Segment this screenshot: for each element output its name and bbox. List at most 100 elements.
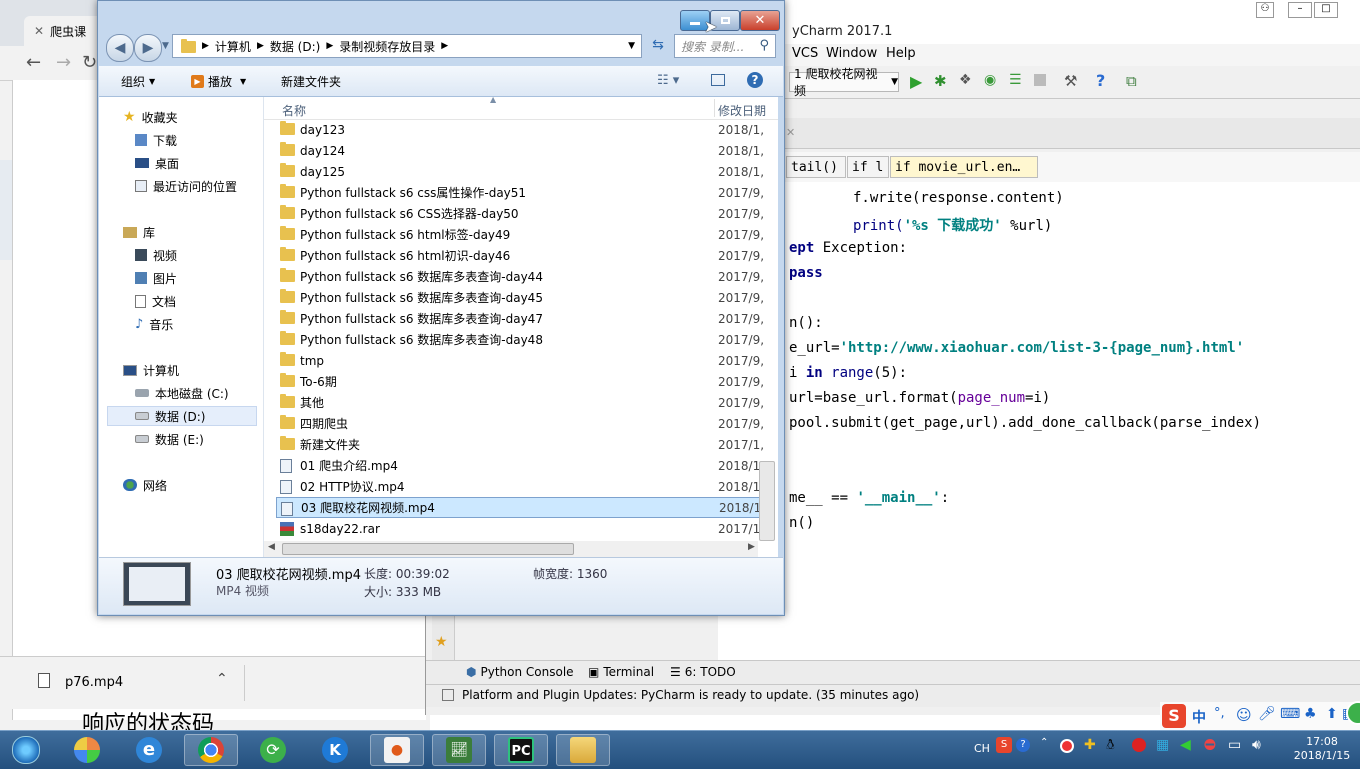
terminal-button[interactable]: ▣ Terminal: [588, 665, 654, 679]
back-arrow-icon[interactable]: ←: [26, 52, 41, 73]
taskbar-app[interactable]: [556, 734, 610, 766]
address-separator-icon[interactable]: ▶: [257, 41, 264, 51]
file-row[interactable]: Python fullstack s6 html标签-day49 2017/9,: [276, 224, 766, 245]
file-row[interactable]: 01 爬虫介绍.mp4 2018/1,: [276, 455, 766, 476]
nav-libraries[interactable]: 库: [123, 222, 155, 242]
play-button[interactable]: ▶ 播放 ▼: [191, 73, 246, 90]
file-row[interactable]: tmp 2017/9,: [276, 350, 766, 371]
organize-button[interactable]: 组织 ▼: [121, 73, 155, 90]
language-indicator[interactable]: CH: [974, 742, 990, 755]
nav-documents[interactable]: 文档: [135, 291, 176, 311]
minimize-icon[interactable]: –: [1288, 2, 1312, 18]
plugin-icon[interactable]: ⧉: [1126, 72, 1137, 90]
sogou-logo-icon[interactable]: S: [1162, 704, 1186, 728]
nav-downloads[interactable]: 下载: [135, 130, 177, 150]
status-toggle-icon[interactable]: [442, 689, 454, 701]
tray-icon[interactable]: ◀: [1180, 737, 1191, 753]
menu-vcs[interactable]: VCS: [792, 46, 818, 61]
tray-icon[interactable]: ⛔︎: [1204, 737, 1216, 753]
breadcrumb-item[interactable]: if l: [847, 156, 889, 178]
stop-icon[interactable]: [1034, 74, 1046, 86]
chevron-up-icon[interactable]: ⌃: [216, 671, 228, 687]
code-editor[interactable]: f.write(response.content) print('%s 下载成功…: [718, 182, 1360, 660]
debug-icon[interactable]: ✱: [934, 72, 947, 90]
forward-arrow-icon[interactable]: →: [56, 52, 71, 73]
nav-computer[interactable]: 计算机: [123, 360, 179, 380]
star-icon[interactable]: ★: [435, 634, 448, 650]
todo-button[interactable]: ☰ 6: TODO: [670, 665, 736, 679]
browser-tab[interactable]: ✕ 爬虫课: [24, 16, 104, 46]
emoji-icon[interactable]: ☺: [1236, 706, 1252, 724]
breadcrumb-item[interactable]: tail(): [786, 156, 846, 178]
column-modified[interactable]: 修改日期: [718, 102, 766, 119]
volume-icon[interactable]: 🔊︎: [1252, 737, 1261, 753]
file-row[interactable]: Python fullstack s6 html初识-day46 2017/9,: [276, 245, 766, 266]
file-row[interactable]: Python fullstack s6 CSS选择器-day50 2017/9,: [276, 203, 766, 224]
nav-disk-c[interactable]: 本地磁盘 (C:): [135, 383, 229, 403]
search-input[interactable]: 搜索 录制... ⚲: [674, 34, 776, 58]
column-name[interactable]: 名称: [282, 102, 306, 119]
tray-icon[interactable]: ▦: [1156, 737, 1169, 753]
address-dropdown-icon[interactable]: ▼: [628, 41, 635, 51]
file-row[interactable]: Python fullstack s6 数据库多表查询-day45 2017/9,: [276, 287, 766, 308]
back-button[interactable]: ◀: [106, 34, 134, 62]
address-separator-icon[interactable]: ▶: [326, 41, 333, 51]
punctuation-icon[interactable]: °,: [1214, 706, 1225, 721]
record-icon[interactable]: [1132, 738, 1146, 752]
forward-button[interactable]: ▶: [134, 34, 162, 62]
scroll-right-icon[interactable]: ▶: [748, 542, 755, 552]
profile-icon[interactable]: ◉: [984, 72, 996, 88]
close-tab-icon[interactable]: ✕: [786, 126, 795, 139]
horizontal-scrollbar-thumb[interactable]: [282, 543, 574, 555]
python-console-button[interactable]: ⬢ Python Console: [466, 665, 574, 679]
nav-videos[interactable]: 视频: [135, 245, 177, 265]
nav-music[interactable]: ♪ 音乐: [135, 314, 173, 334]
file-row[interactable]: 03 爬取校花网视频.mp4 2018/1,: [276, 497, 766, 518]
keyboard-icon[interactable]: ⌨: [1280, 706, 1300, 722]
start-button[interactable]: [4, 734, 48, 766]
file-row[interactable]: day125 2018/1,: [276, 161, 766, 182]
file-row[interactable]: 四期爬虫 2017/9,: [276, 413, 766, 434]
taskbar-app[interactable]: 📈︎: [432, 734, 486, 766]
breadcrumb-item[interactable]: if movie_url.en…: [890, 156, 1038, 178]
menu-help[interactable]: Help: [886, 46, 916, 61]
taskbar-app[interactable]: ⟳: [246, 734, 300, 766]
file-row[interactable]: day123 2018/1,: [276, 119, 766, 140]
file-row[interactable]: day124 2018/1,: [276, 140, 766, 161]
taskbar-app[interactable]: [60, 734, 114, 766]
taskbar-app[interactable]: K: [308, 734, 362, 766]
file-row[interactable]: Python fullstack s6 数据库多表查询-day48 2017/9,: [276, 329, 766, 350]
reload-icon[interactable]: ↻: [82, 52, 97, 73]
skin-icon[interactable]: ♣: [1304, 706, 1317, 722]
view-options-icon[interactable]: ☷ ▾: [657, 73, 679, 88]
close-button[interactable]: ✕: [740, 10, 780, 31]
file-row[interactable]: Python fullstack s6 css属性操作-day51 2017/9,: [276, 182, 766, 203]
file-row[interactable]: To-6期 2017/9,: [276, 371, 766, 392]
nav-disk-d[interactable]: 数据 (D:): [107, 406, 257, 426]
concurrency-icon[interactable]: ☰: [1009, 72, 1022, 88]
new-folder-button[interactable]: 新建文件夹: [281, 73, 341, 90]
network-tray-icon[interactable]: ▭: [1228, 737, 1241, 753]
recent-pages-chevron-icon[interactable]: ▼: [162, 41, 169, 51]
run-config-select[interactable]: 1 爬取校花网视频 ▼: [789, 67, 899, 98]
address-segment[interactable]: 录制视频存放目录: [339, 38, 435, 55]
refresh-icon[interactable]: ⇆: [648, 37, 668, 57]
shirt-icon[interactable]: ⬆: [1326, 706, 1338, 722]
horizontal-scrollbar[interactable]: ◀ ▶: [264, 541, 758, 557]
address-segment[interactable]: 计算机: [215, 38, 251, 55]
file-row[interactable]: 其他 2017/9,: [276, 392, 766, 413]
address-segment[interactable]: 数据 (D:): [270, 38, 320, 55]
file-row[interactable]: s18day22.rar 2017/1: [276, 518, 766, 539]
qq-icon[interactable]: 🐧︎: [1106, 737, 1115, 755]
vertical-scrollbar-thumb[interactable]: [759, 461, 775, 541]
clock[interactable]: 17:08 2018/1/15: [1288, 735, 1356, 763]
menu-window[interactable]: Window: [826, 46, 877, 61]
address-separator-icon[interactable]: ▶: [441, 41, 448, 51]
nav-disk-e[interactable]: 数据 (E:): [135, 429, 204, 449]
help-icon[interactable]: ?: [1096, 71, 1105, 90]
restore-icon[interactable]: □: [1314, 2, 1338, 18]
nav-recent[interactable]: 最近访问的位置: [135, 176, 237, 196]
file-row[interactable]: Python fullstack s6 数据库多表查询-day44 2017/9,: [276, 266, 766, 287]
tray-icon[interactable]: [1060, 739, 1074, 753]
column-divider[interactable]: [714, 99, 715, 117]
